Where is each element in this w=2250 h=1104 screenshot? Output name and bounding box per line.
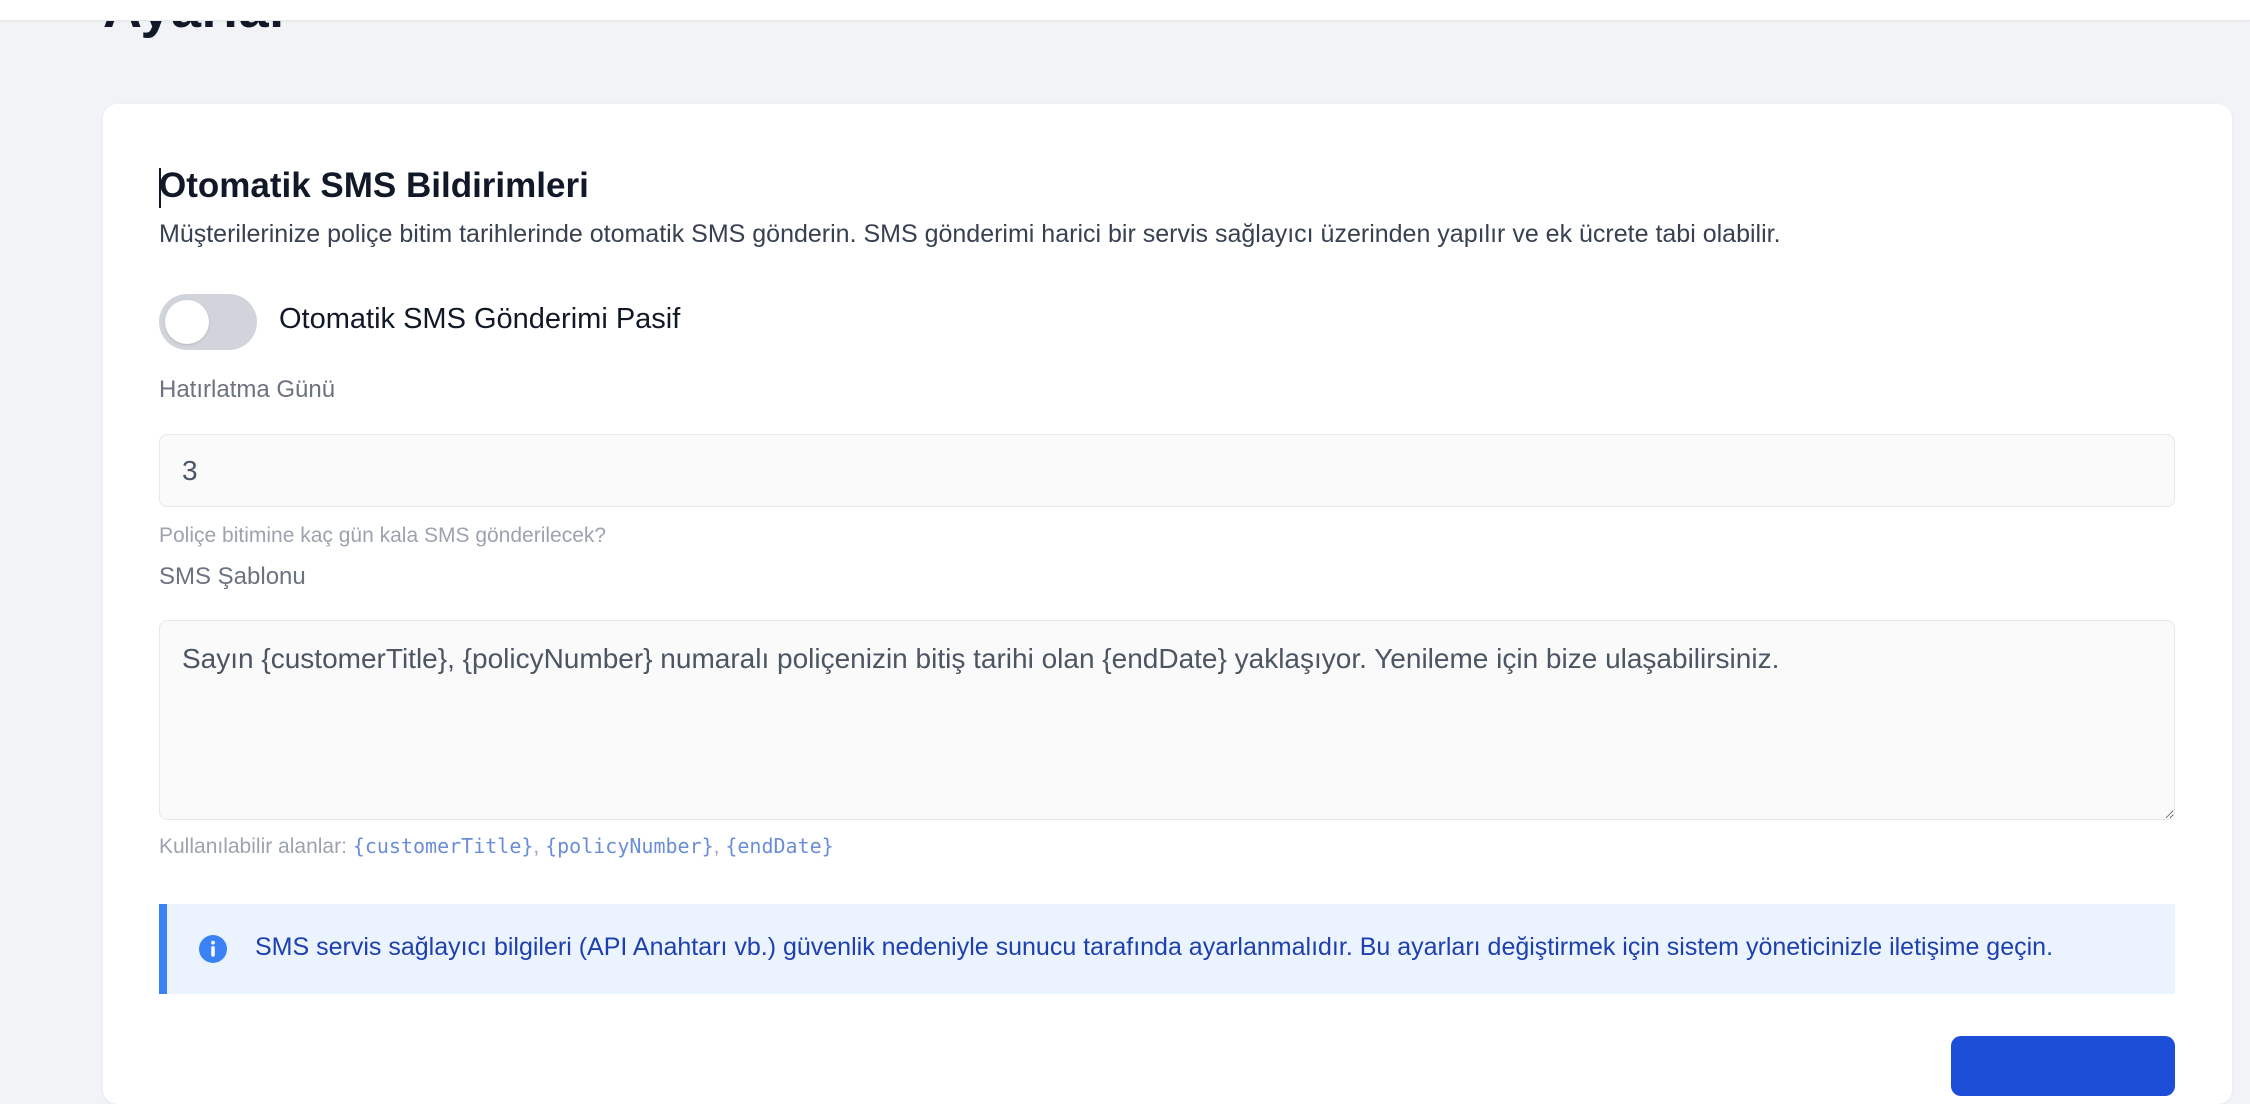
section-description: Müşterilerinize poliçe bitim tarihlerind… bbox=[159, 220, 1781, 248]
info-alert-text: SMS servis sağlayıcı bilgileri (API Anah… bbox=[255, 933, 2054, 961]
sms-template-label: SMS Şablonu bbox=[159, 563, 306, 590]
save-button[interactable] bbox=[1951, 1036, 2175, 1096]
reminder-day-help: Poliçe bitimine kaç gün kala SMS gönderi… bbox=[159, 524, 607, 547]
reminder-day-label: Hatırlatma Günü bbox=[159, 376, 336, 403]
info-alert: SMS servis sağlayıcı bilgileri (API Anah… bbox=[159, 904, 2175, 994]
sms-settings-card: Otomatik SMS Bildirimleri Müşterileriniz… bbox=[103, 104, 2232, 1104]
reminder-day-input[interactable] bbox=[159, 434, 2175, 507]
field-token: {policyNumber} bbox=[545, 834, 714, 858]
available-fields-label: Kullanılabilir alanlar: bbox=[159, 835, 347, 858]
sms-toggle-label: Otomatik SMS Gönderimi Pasif bbox=[279, 303, 681, 335]
toggle-knob bbox=[165, 300, 209, 344]
info-icon bbox=[199, 935, 227, 963]
field-token: {customerTitle} bbox=[352, 834, 534, 858]
section-title: Otomatik SMS Bildirimleri bbox=[159, 166, 589, 205]
top-header-bar bbox=[0, 0, 2250, 21]
field-token: {endDate} bbox=[725, 834, 834, 858]
available-fields: Kullanılabilir alanlar: {customerTitle},… bbox=[159, 834, 834, 858]
sms-template-textarea[interactable]: Sayın {customerTitle}, {policyNumber} nu… bbox=[159, 620, 2175, 820]
sms-auto-send-toggle[interactable] bbox=[159, 294, 257, 350]
